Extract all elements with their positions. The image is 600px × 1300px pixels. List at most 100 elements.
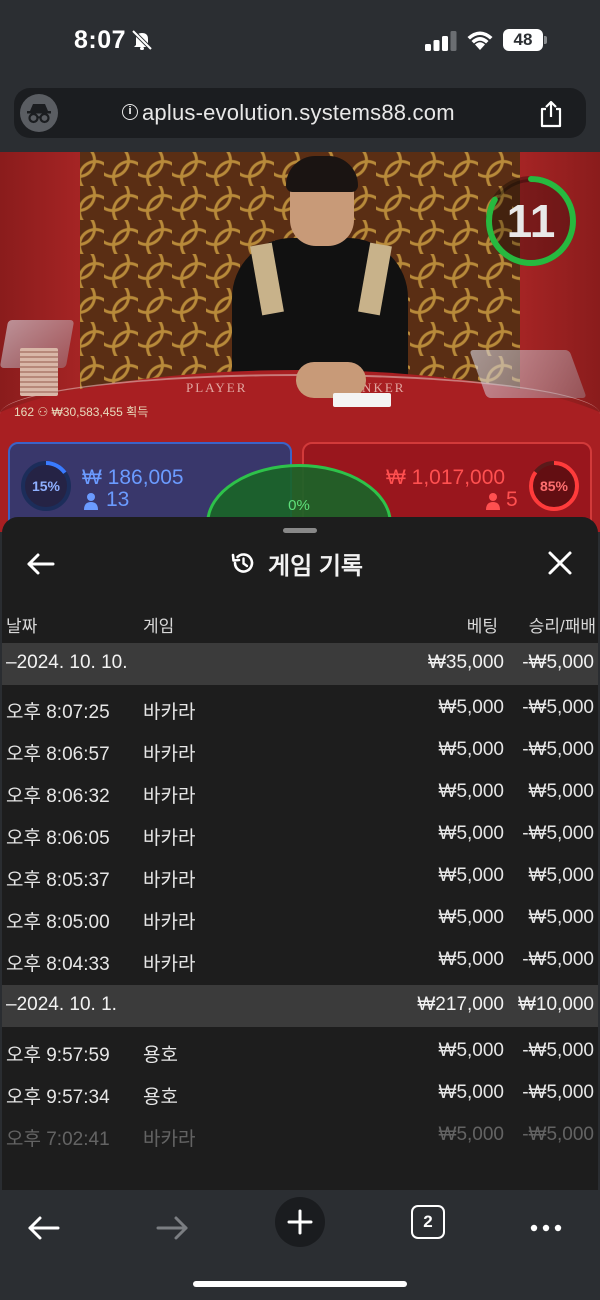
column-header-result[interactable]: 승리/패배	[502, 612, 596, 637]
row-time: 오후 8:06:57	[6, 744, 110, 765]
row-time: 오후 8:06:05	[6, 828, 110, 849]
sheet-grabber[interactable]	[283, 528, 317, 533]
history-row[interactable]: 오후 8:05:37 바카라 ₩5,000 ₩5,000	[2, 856, 598, 898]
row-bet: ₩5,000	[438, 907, 504, 928]
status-time: 8:07	[74, 26, 127, 54]
row-result: ₩5,000	[528, 907, 594, 928]
more-icon[interactable]	[526, 1208, 566, 1248]
forward-icon[interactable]	[152, 1208, 192, 1248]
group-date: –2024. 10. 10.	[6, 652, 128, 673]
live-game-view[interactable]: PLAYER BANKER 11 162 ⚇ ₩30,583,455 획득 15…	[0, 152, 600, 532]
row-bet: ₩5,000	[438, 781, 504, 802]
battery-level: 48	[503, 29, 543, 51]
incognito-icon[interactable]	[20, 94, 58, 132]
history-row[interactable]: 오후 9:57:34 용호 ₩5,000 -₩5,000	[2, 1073, 598, 1115]
battery-icon: 48	[503, 29, 547, 51]
tabs-icon[interactable]: 2	[411, 1205, 445, 1239]
row-game: 바카라	[143, 912, 196, 933]
tie-percent: 0%	[288, 497, 310, 514]
row-time: 오후 9:57:34	[6, 1087, 110, 1108]
row-game: 바카라	[143, 1129, 196, 1150]
row-game: 바카라	[143, 702, 196, 723]
history-icon	[231, 553, 254, 573]
player-user-icon	[84, 492, 98, 510]
row-bet: ₩5,000	[438, 823, 504, 844]
screen: 8:07 48 i aplus-evolution.systems88.com …	[0, 0, 600, 1300]
new-tab-icon[interactable]	[275, 1197, 325, 1247]
status-bar: 8:07 48	[0, 0, 600, 80]
row-time: 오후 9:57:59	[6, 1045, 110, 1066]
timer-value: 11	[506, 195, 556, 247]
row-game: 용호	[143, 1045, 178, 1066]
dealt-cards	[333, 393, 391, 407]
group-date: –2024. 10. 1.	[6, 994, 117, 1015]
home-indicator[interactable]	[193, 1281, 407, 1287]
browser-address-area: i aplus-evolution.systems88.com	[0, 80, 600, 152]
back-arrow-icon[interactable]	[24, 547, 58, 581]
players-winnings-info: 162 ⚇ ₩30,583,455 획득	[14, 405, 149, 419]
row-result: -₩5,000	[522, 1082, 594, 1103]
date-group-header[interactable]: –2024. 10. 10. ₩35,000 -₩5,000	[2, 643, 598, 685]
row-time: 오후 8:04:33	[6, 954, 110, 975]
back-icon[interactable]	[24, 1208, 64, 1248]
row-game: 바카라	[143, 870, 196, 891]
column-header-date[interactable]: 날짜	[6, 612, 37, 637]
countdown-timer: 11	[484, 174, 578, 268]
row-game: 바카라	[143, 786, 196, 807]
row-time: 오후 7:02:41	[6, 1129, 110, 1150]
row-game: 바카라	[143, 744, 196, 765]
sheet-title-text: 게임 기록	[268, 552, 363, 580]
address-bar[interactable]: i aplus-evolution.systems88.com	[14, 88, 586, 138]
row-game: 바카라	[143, 954, 196, 975]
history-row[interactable]: 오후 8:07:25 바카라 ₩5,000 -₩5,000	[2, 688, 598, 730]
banker-user-icon	[486, 492, 500, 510]
game-history-sheet: 게임 기록 날짜 게임 베팅 승리/패배 –2024. 10. 10. ₩35,…	[2, 517, 598, 1197]
close-icon[interactable]	[545, 548, 575, 578]
row-time: 오후 8:05:37	[6, 870, 110, 891]
row-result: -₩5,000	[522, 697, 594, 718]
row-game: 바카라	[143, 828, 196, 849]
group-bet-total: ₩217,000	[417, 994, 504, 1015]
row-result: -₩5,000	[522, 739, 594, 760]
history-row[interactable]: 오후 8:04:33 바카라 ₩5,000 -₩5,000	[2, 940, 598, 982]
date-group-header[interactable]: –2024. 10. 1. ₩217,000 ₩10,000	[2, 985, 598, 1027]
row-bet: ₩5,000	[438, 865, 504, 886]
sheet-title: 게임 기록	[230, 545, 363, 581]
banker-bettor-count: 5	[506, 488, 518, 511]
bell-slash-icon	[131, 29, 153, 51]
row-bet: ₩5,000	[438, 949, 504, 970]
history-row[interactable]: 오후 8:05:00 바카라 ₩5,000 ₩5,000	[2, 898, 598, 940]
share-icon[interactable]	[538, 100, 564, 128]
column-header-game[interactable]: 게임	[143, 612, 174, 637]
row-result: -₩5,000	[522, 1124, 594, 1145]
row-bet: ₩5,000	[438, 1040, 504, 1061]
group-result-total: -₩5,000	[522, 652, 594, 673]
player-bettor-count: 13	[106, 488, 130, 511]
row-result: -₩5,000	[522, 823, 594, 844]
row-time: 오후 8:05:00	[6, 912, 110, 933]
row-bet: ₩5,000	[438, 739, 504, 760]
history-row[interactable]: 오후 8:06:57 바카라 ₩5,000 -₩5,000	[2, 730, 598, 772]
group-result-total: ₩10,000	[517, 994, 594, 1015]
banker-percent: 85%	[539, 478, 569, 494]
row-bet: ₩5,000	[438, 1124, 504, 1145]
row-bet: ₩5,000	[438, 697, 504, 718]
cellular-signal-icon	[425, 31, 457, 51]
history-row[interactable]: 오후 7:02:41 바카라 ₩5,000 -₩5,000	[2, 1115, 598, 1157]
discard-tray	[469, 350, 587, 398]
table-player-label: PLAYER	[186, 380, 248, 395]
card-stack	[20, 348, 58, 396]
row-time: 오후 8:06:32	[6, 786, 110, 807]
row-time: 오후 8:07:25	[6, 702, 110, 723]
row-bet: ₩5,000	[438, 1082, 504, 1103]
history-row[interactable]: 오후 8:06:05 바카라 ₩5,000 -₩5,000	[2, 814, 598, 856]
group-bet-total: ₩35,000	[427, 652, 504, 673]
row-result: -₩5,000	[522, 1040, 594, 1061]
column-header-bet[interactable]: 베팅	[398, 612, 498, 637]
row-game: 용호	[143, 1087, 178, 1108]
history-row[interactable]: 오후 8:06:32 바카라 ₩5,000 ₩5,000	[2, 772, 598, 814]
browser-toolbar: 2	[0, 1190, 600, 1300]
history-row[interactable]: 오후 9:57:59 용호 ₩5,000 -₩5,000	[2, 1031, 598, 1073]
player-bet-amount: ₩ 186,005	[82, 466, 184, 489]
player-percent: 15%	[31, 478, 61, 494]
